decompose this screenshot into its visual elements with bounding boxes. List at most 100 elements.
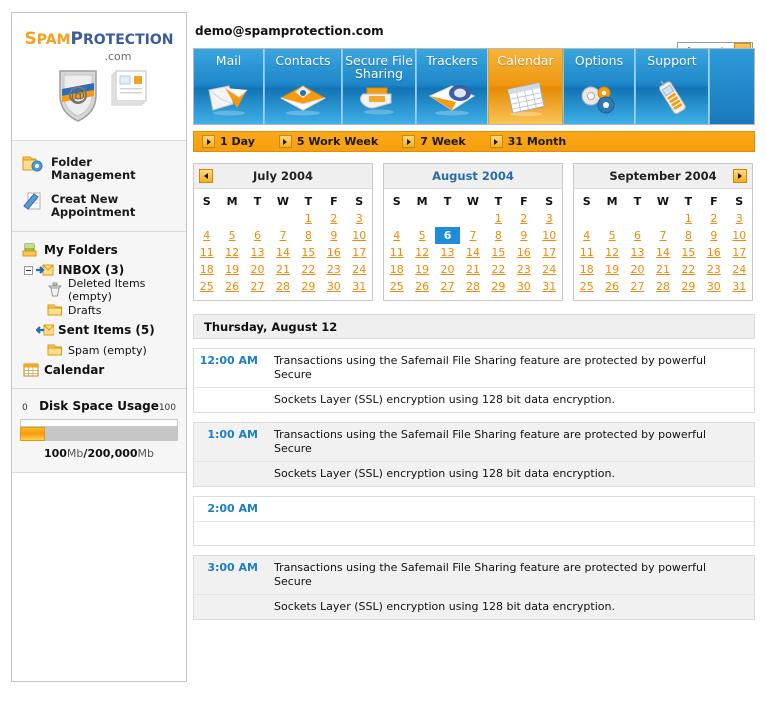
calendar-day-link[interactable]: 8: [305, 229, 312, 242]
calendar-day-cell[interactable]: 5: [599, 227, 624, 244]
calendar-day-link[interactable]: 14: [276, 246, 290, 259]
folder-deleted-items[interactable]: Deleted Items (empty): [12, 277, 186, 303]
calendar-day-link[interactable]: 14: [466, 246, 480, 259]
calendar-day-link[interactable]: 18: [580, 263, 594, 276]
calendar-day-link[interactable]: 11: [580, 246, 594, 259]
view-option-5-work-week[interactable]: 5 Work Week: [278, 135, 378, 148]
calendar-day-link[interactable]: 20: [251, 263, 265, 276]
calendar-day-link[interactable]: 31: [352, 280, 366, 293]
calendar-day-link[interactable]: 16: [517, 246, 531, 259]
view-option-1-day[interactable]: 1 Day: [202, 135, 255, 148]
calendar-day-link[interactable]: 9: [330, 229, 337, 242]
calendar-day-link[interactable]: 31: [732, 280, 746, 293]
calendar-day-cell[interactable]: 13: [245, 244, 270, 261]
calendar-day-link[interactable]: 23: [707, 263, 721, 276]
calendar-day-link[interactable]: 1: [495, 212, 502, 225]
calendar-day-link[interactable]: 4: [393, 229, 400, 242]
calendar-day-cell[interactable]: 31: [347, 278, 372, 295]
calendar-day-link[interactable]: 23: [517, 263, 531, 276]
calendar-day-link[interactable]: 21: [656, 263, 670, 276]
appointment-slot[interactable]: 2:00 AM: [193, 496, 755, 546]
calendar-day-cell[interactable]: 11: [194, 244, 219, 261]
calendar-day-link[interactable]: 10: [352, 229, 366, 242]
calendar-day-cell[interactable]: 26: [409, 278, 434, 295]
calendar-day-link[interactable]: 24: [352, 263, 366, 276]
calendar-day-link[interactable]: 12: [225, 246, 239, 259]
calendar-day-cell[interactable]: 24: [727, 261, 752, 278]
calendar-day-link[interactable]: 15: [491, 246, 505, 259]
calendar-day-cell[interactable]: 11: [574, 244, 599, 261]
calendar-day-link[interactable]: 3: [546, 212, 553, 225]
calendar-day-cell[interactable]: 6: [434, 227, 461, 244]
calendar-day-link[interactable]: 15: [681, 246, 695, 259]
calendar-day-link[interactable]: 21: [466, 263, 480, 276]
calendar-day-cell[interactable]: 22: [296, 261, 321, 278]
calendar-day-link[interactable]: 8: [495, 229, 502, 242]
calendar-day-cell[interactable]: 25: [384, 278, 409, 295]
calendar-day-cell[interactable]: 14: [460, 244, 485, 261]
calendar-day-cell[interactable]: 20: [625, 261, 650, 278]
calendar-day-cell[interactable]: 16: [511, 244, 536, 261]
calendar-day-cell[interactable]: 2: [321, 210, 346, 227]
calendar-day-link[interactable]: 26: [415, 280, 429, 293]
calendar-day-cell[interactable]: 30: [511, 278, 536, 295]
calendar-day-cell[interactable]: 1: [676, 210, 701, 227]
calendar-day-cell[interactable]: 26: [599, 278, 624, 295]
calendar-day-link[interactable]: 26: [605, 280, 619, 293]
calendar-day-link[interactable]: 5: [609, 229, 616, 242]
calendar-day-cell[interactable]: 30: [321, 278, 346, 295]
calendar-day-cell[interactable]: 21: [270, 261, 295, 278]
calendar-day-cell[interactable]: 10: [347, 227, 372, 244]
calendar-day-link[interactable]: 29: [681, 280, 695, 293]
calendar-day-cell[interactable]: 27: [245, 278, 270, 295]
calendar-day-cell[interactable]: 5: [409, 227, 434, 244]
calendar-day-cell[interactable]: 26: [219, 278, 244, 295]
calendar-day-link[interactable]: 27: [251, 280, 265, 293]
calendar-day-cell[interactable]: 2: [511, 210, 536, 227]
calendar-day-cell[interactable]: 19: [219, 261, 244, 278]
calendar-day-link[interactable]: 24: [732, 263, 746, 276]
folder-my-folders[interactable]: My Folders: [12, 240, 186, 260]
calendar-day-link[interactable]: 8: [685, 229, 692, 242]
calendar-day-link[interactable]: 9: [520, 229, 527, 242]
prev-month-button[interactable]: [199, 169, 213, 183]
calendar-day-cell[interactable]: 30: [701, 278, 726, 295]
calendar-day-link[interactable]: 25: [200, 280, 214, 293]
appointment-slot[interactable]: 12:00 AM Transactions using the Safemail …: [193, 348, 755, 413]
calendar-day-cell[interactable]: 7: [460, 227, 485, 244]
calendar-day-link[interactable]: 25: [580, 280, 594, 293]
calendar-day-cell[interactable]: 31: [727, 278, 752, 295]
calendar-day-link[interactable]: 26: [225, 280, 239, 293]
calendar-day-cell[interactable]: 21: [650, 261, 675, 278]
calendar-day-cell[interactable]: 27: [625, 278, 650, 295]
calendar-day-link[interactable]: 13: [631, 246, 645, 259]
calendar-day-cell[interactable]: 17: [537, 244, 562, 261]
calendar-day-link[interactable]: 16: [327, 246, 341, 259]
calendar-day-link[interactable]: 23: [327, 263, 341, 276]
calendar-day-link[interactable]: 19: [415, 263, 429, 276]
tab-trackers[interactable]: Trackers: [416, 49, 488, 124]
calendar-day-link[interactable]: 4: [583, 229, 590, 242]
sidebar-item-folder-management[interactable]: Folder Management: [12, 149, 186, 186]
calendar-day-cell[interactable]: 7: [270, 227, 295, 244]
calendar-day-link[interactable]: 30: [517, 280, 531, 293]
calendar-day-cell[interactable]: 23: [321, 261, 346, 278]
calendar-day-link[interactable]: 21: [276, 263, 290, 276]
calendar-day-cell[interactable]: 4: [384, 227, 409, 244]
calendar-day-cell[interactable]: 12: [219, 244, 244, 261]
calendar-day-cell[interactable]: 13: [435, 244, 460, 261]
calendar-day-cell[interactable]: 9: [511, 227, 536, 244]
calendar-day-cell[interactable]: 29: [486, 278, 511, 295]
calendar-day-link[interactable]: 13: [441, 246, 455, 259]
calendar-day-cell[interactable]: 4: [574, 227, 599, 244]
calendar-day-link[interactable]: 7: [469, 229, 476, 242]
calendar-day-cell[interactable]: 18: [574, 261, 599, 278]
calendar-day-link[interactable]: 1: [685, 212, 692, 225]
calendar-day-cell[interactable]: 8: [676, 227, 701, 244]
calendar-day-link[interactable]: 28: [656, 280, 670, 293]
calendar-day-link[interactable]: 2: [520, 212, 527, 225]
calendar-day-cell[interactable]: 1: [296, 210, 321, 227]
calendar-day-link[interactable]: 27: [631, 280, 645, 293]
calendar-day-cell[interactable]: 12: [599, 244, 624, 261]
calendar-day-cell[interactable]: 19: [409, 261, 434, 278]
